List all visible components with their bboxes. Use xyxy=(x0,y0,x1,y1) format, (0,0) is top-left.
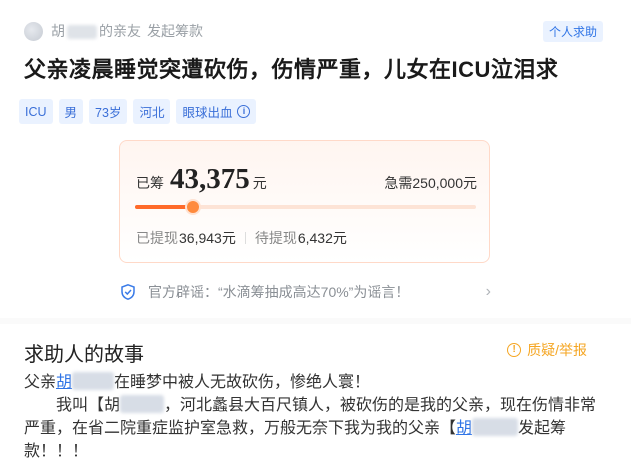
tag-condition[interactable]: 眼球出血 i xyxy=(176,99,257,124)
personal-help-badge: 个人求助 xyxy=(542,20,603,42)
story-title: 求助人的故事 xyxy=(24,344,144,366)
notice-text: 官方辟谣：“水滴筹抽成高达70%”为谣言！ xyxy=(148,284,410,300)
official-notice[interactable]: 官方辟谣：“水滴筹抽成高达70%”为谣言！ › xyxy=(121,282,491,302)
progress-knob xyxy=(186,201,199,213)
story-body: 父亲胡 在睡梦中被人无故砍伤，惨绝人寰！ 我叫【胡 ，河北蠡县大百尺镇人，被砍伤的是… xyxy=(24,371,599,463)
organizer-name[interactable]: 胡的亲友 xyxy=(51,21,141,41)
story-paragraph: 我叫【胡 ，河北蠡县大百尺镇人，被砍伤的是我的父亲，现在伤情非常严重，在省二院重症… xyxy=(24,395,597,460)
shield-check-icon xyxy=(121,284,135,300)
pending-label: 待提现 xyxy=(254,230,297,246)
tag-condition-label: 眼球出血 xyxy=(182,106,233,120)
tag-gender: 男 xyxy=(58,99,84,124)
name-link[interactable]: 胡 xyxy=(456,420,472,437)
section-divider xyxy=(0,318,631,324)
raised-unit: 元 xyxy=(252,175,267,191)
progress-bar xyxy=(135,201,476,213)
target-amount: 急需250,000元 xyxy=(384,175,477,191)
withdrawn-label: 已提现 xyxy=(136,230,178,246)
funding-card: 已筹 43,375 元 急需250,000元 已提现 36,943元 待提现 6… xyxy=(119,140,490,263)
withdraw-row: 已提现 36,943元 待提现 6,432元 xyxy=(136,228,347,248)
story-paragraph: 父亲胡 在睡梦中被人无故砍伤，惨绝人寰！ xyxy=(24,372,371,391)
raised-amount: 43,375 xyxy=(170,163,250,195)
info-icon[interactable]: i xyxy=(237,105,251,118)
divider xyxy=(244,232,246,244)
tag-icu: ICU xyxy=(19,99,53,124)
chevron-right-icon[interactable]: › xyxy=(486,283,491,301)
raised-amount-row: 已筹 43,375 元 xyxy=(136,163,267,196)
progress-fill xyxy=(135,205,193,209)
redacted-name xyxy=(120,395,165,413)
fundraiser-header: 胡的亲友 发起筹款 个人求助 xyxy=(24,19,603,43)
withdrawn-value: 36,943元 xyxy=(179,230,236,246)
patient-tags: ICU 男 73岁 河北 眼球出血 i xyxy=(19,99,257,124)
alert-icon: ! xyxy=(507,343,522,357)
pending-value: 6,432元 xyxy=(297,230,347,246)
avatar[interactable] xyxy=(24,21,43,41)
report-button[interactable]: ! 质疑/举报 xyxy=(507,340,587,360)
report-label: 质疑/举报 xyxy=(527,342,587,358)
name-link[interactable]: 胡 xyxy=(56,374,72,391)
raised-label: 已筹 xyxy=(136,175,164,191)
tag-age: 73岁 xyxy=(89,99,128,124)
initiated-label: 发起筹款 xyxy=(147,23,203,39)
redacted-name xyxy=(72,372,115,390)
tag-province: 河北 xyxy=(133,99,171,124)
page-title: 父亲凌晨睡觉突遭砍伤，伤情严重，儿女在ICU泣泪求 xyxy=(24,57,559,82)
redacted-name xyxy=(67,25,97,39)
redacted-name xyxy=(472,418,519,436)
